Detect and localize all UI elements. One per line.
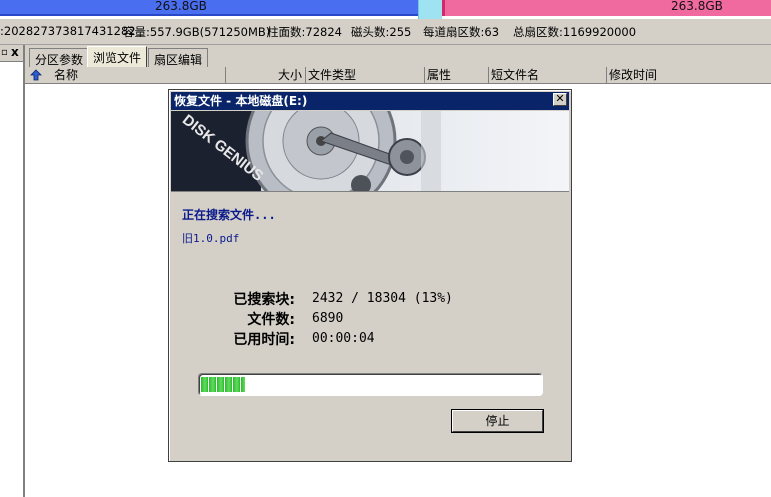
- tab-browse-files[interactable]: 浏览文件: [87, 46, 148, 67]
- column-name[interactable]: 名称: [25, 67, 226, 84]
- partition-block-free[interactable]: [418, 0, 442, 19]
- disk-total-sectors: 总扇区数:1169920000: [513, 25, 637, 39]
- close-icon[interactable]: x: [11, 45, 19, 59]
- hard-disk-illustration: DISK GENIUS: [171, 111, 441, 191]
- elapsed-time-label: 已用时间:: [233, 332, 295, 348]
- search-progress-fill: [201, 377, 245, 392]
- column-modified-time[interactable]: 修改时间: [607, 67, 771, 84]
- partition-block-right[interactable]: 263.8GB: [442, 0, 771, 16]
- file-list-header: 名称 大小 文件类型 属性 短文件名 修改时间: [25, 67, 771, 84]
- disk-heads: 磁头数:255: [351, 25, 412, 39]
- current-file: 旧1.0.pdf: [182, 232, 240, 245]
- recover-files-dialog: 恢复文件 - 本地磁盘(E:) ✕ DISK GENIUS 正在搜索文件... …: [168, 89, 572, 462]
- partition-block-left[interactable]: 263.8GB: [0, 0, 418, 16]
- column-size[interactable]: 大小: [226, 67, 306, 84]
- dialog-close-button[interactable]: ✕: [553, 93, 567, 106]
- column-short-name[interactable]: 短文件名: [489, 67, 607, 84]
- disk-genius-banner: DISK GENIUS: [171, 111, 569, 192]
- file-count-label: 文件数:: [247, 312, 295, 328]
- dialog-title: 恢复文件 - 本地磁盘(E:): [171, 92, 569, 110]
- tab-strip: 分区参数 浏览文件 扇区编辑: [25, 45, 771, 67]
- disk-cylinders: 柱面数:72824: [267, 25, 342, 39]
- disk-serial: :20282737381743128​2: [0, 24, 136, 38]
- tab-partition-params[interactable]: 分区参数: [29, 48, 90, 67]
- file-count-value: 6890: [312, 311, 344, 326]
- stop-button[interactable]: 停止: [452, 410, 543, 432]
- elapsed-time-value: 00:00:04: [312, 331, 375, 346]
- search-status: 正在搜索文件...: [182, 208, 276, 222]
- column-type[interactable]: 文件类型: [306, 67, 425, 84]
- disk-info-bar: :20282737381743128​2 容量:557.9GB(571250MB…: [0, 19, 771, 45]
- tab-sector-edit[interactable]: 扇区编辑: [148, 48, 209, 67]
- pin-icon[interactable]: ▫: [1, 47, 8, 58]
- searched-blocks-label: 已搜索块:: [233, 292, 295, 308]
- partition-size-left: 263.8GB: [155, 0, 207, 13]
- search-progress-bar: [198, 373, 543, 396]
- tree-panel: ▫ x: [0, 45, 25, 497]
- tree-panel-header: ▫ x: [0, 45, 23, 62]
- partition-bar: 263.8GB 263.8GB: [0, 0, 771, 19]
- partition-size-right: 263.8GB: [671, 0, 723, 13]
- column-attributes[interactable]: 属性: [425, 67, 489, 84]
- searched-blocks-value: 2432 / 18304 (13%): [312, 291, 453, 306]
- disk-capacity: 容量:557.9GB(571250MB): [123, 25, 271, 39]
- disk-sectors-per-track: 每道扇区数:63: [423, 25, 500, 39]
